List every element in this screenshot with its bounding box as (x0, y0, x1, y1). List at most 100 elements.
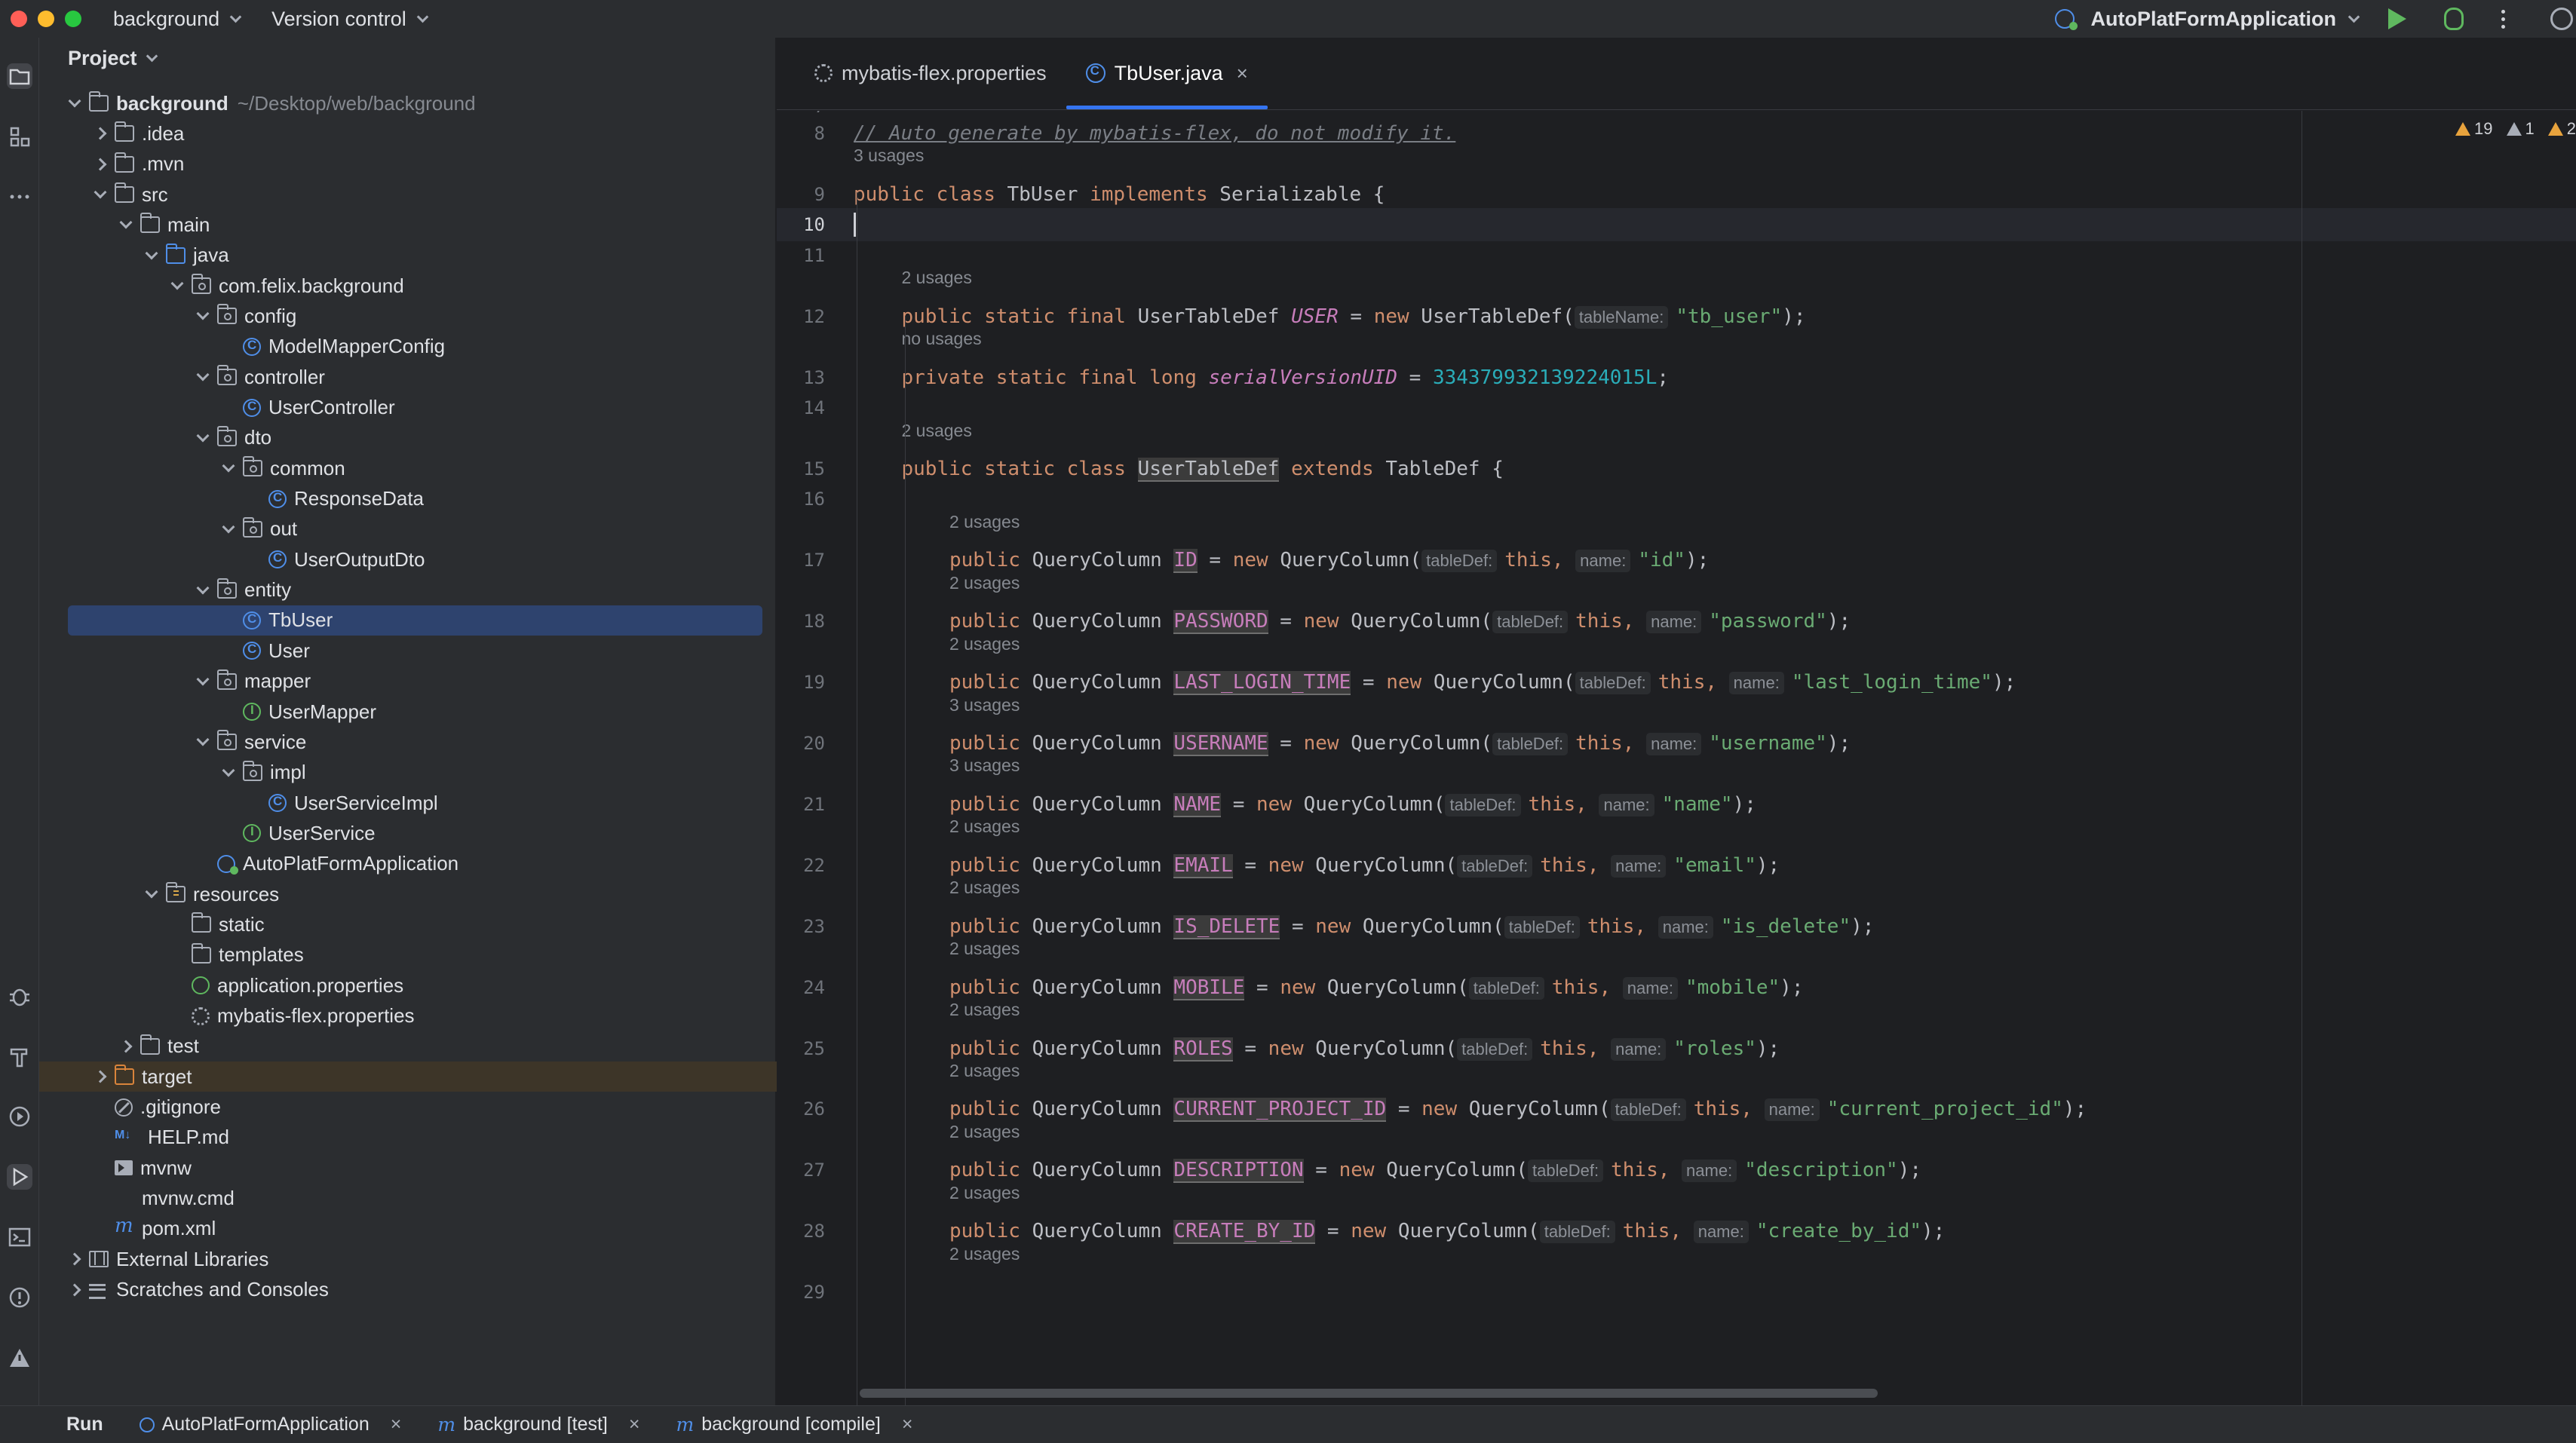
tree-node-config[interactable]: config (39, 301, 777, 331)
tree-node-modelmapperconfig[interactable]: ModelMapperConfig (39, 332, 777, 362)
tree-node-userserviceimpl[interactable]: UserServiceImpl (39, 788, 777, 818)
chevron-down-icon[interactable] (220, 764, 237, 781)
minimize-window-button[interactable] (38, 11, 54, 27)
editor-tab-tbuser-java[interactable]: TbUser.java × (1066, 37, 1268, 109)
tree-node-impl[interactable]: impl (39, 758, 777, 788)
editor-tab-mybatis-flex-properties[interactable]: mybatis-flex.properties (795, 37, 1066, 109)
usages-hint[interactable]: 2 usages (902, 268, 972, 288)
tree-node-static[interactable]: static (39, 909, 777, 939)
usages-hint[interactable]: 2 usages (949, 878, 1020, 898)
tree-node-tbuser[interactable]: TbUser (39, 605, 777, 636)
more-tools-button[interactable] (7, 184, 32, 210)
tree-node-scratches-and-consoles[interactable]: Scratches and Consoles (39, 1275, 777, 1305)
usages-hint[interactable]: 2 usages (949, 512, 1020, 532)
usages-hint[interactable]: 2 usages (949, 573, 1020, 593)
tree-node-java[interactable]: java (39, 240, 777, 271)
chevron-right-icon[interactable] (66, 1251, 83, 1267)
chevron-right-icon[interactable] (66, 1282, 83, 1298)
run-tab-background-test[interactable]: m background [test] × (437, 1414, 639, 1435)
tree-node-common[interactable]: common (39, 453, 777, 483)
build-tool-button[interactable] (7, 1043, 32, 1069)
project-selector[interactable]: background (113, 8, 242, 31)
structure-tool-button[interactable] (7, 124, 32, 149)
run-tool-button[interactable] (7, 1164, 32, 1190)
tree-node-mvnw[interactable]: mvnw (39, 1153, 777, 1183)
tree-node-usercontroller[interactable]: UserController (39, 393, 777, 423)
tree-node-resources[interactable]: resources (39, 879, 777, 909)
run-tab-background-compile[interactable]: m background [compile] × (676, 1414, 912, 1435)
tree-node-autoplatformapplication[interactable]: AutoPlatFormApplication (39, 849, 777, 879)
usages-hint[interactable]: 2 usages (949, 1122, 1020, 1142)
chevron-down-icon[interactable] (195, 673, 211, 690)
tree-node-mybatis-flex-properties[interactable]: mybatis-flex.properties (39, 1001, 777, 1031)
tree-node-src[interactable]: src (39, 179, 777, 210)
chevron-down-icon[interactable] (220, 521, 237, 538)
chevron-down-icon[interactable] (195, 369, 211, 385)
chevron-down-icon[interactable] (169, 277, 186, 294)
tree-node-gitignore[interactable]: .gitignore (39, 1092, 777, 1123)
chevron-right-icon[interactable] (92, 156, 109, 173)
chevron-down-icon[interactable] (220, 460, 237, 476)
tree-node-controller[interactable]: controller (39, 362, 777, 392)
project-tool-button[interactable] (7, 63, 32, 89)
tree-node-usermapper[interactable]: UserMapper (39, 697, 777, 727)
debug-button[interactable] (2444, 8, 2464, 30)
chevron-down-icon[interactable] (195, 734, 211, 750)
tree-node-dto[interactable]: dto (39, 423, 777, 453)
tree-node-useroutputdto[interactable]: UserOutputDto (39, 544, 777, 574)
tree-node-entity[interactable]: entity (39, 575, 777, 605)
debug-tool-button[interactable] (7, 983, 32, 1009)
run-button[interactable] (2388, 8, 2406, 29)
tree-node-target[interactable]: target (39, 1062, 777, 1092)
tree-node-background[interactable]: background ~/Desktop/web/background (39, 88, 777, 118)
horizontal-scrollbar[interactable] (860, 1389, 1878, 1398)
usages-hint[interactable]: 2 usages (949, 1183, 1020, 1203)
tree-node-test[interactable]: test (39, 1031, 777, 1062)
tree-node-external-libraries[interactable]: External Libraries (39, 1244, 777, 1274)
usages-hint[interactable]: 2 usages (949, 1061, 1020, 1081)
chevron-down-icon[interactable] (195, 308, 211, 324)
chevron-down-icon[interactable] (195, 582, 211, 599)
usages-hint[interactable]: 2 usages (949, 939, 1020, 959)
usages-hint[interactable]: 2 usages (902, 421, 972, 441)
chevron-right-icon[interactable] (92, 125, 109, 142)
tree-node-responsedata[interactable]: ResponseData (39, 484, 777, 514)
usages-hint[interactable]: 2 usages (949, 634, 1020, 654)
usages-hint[interactable]: 2 usages (949, 1000, 1020, 1020)
chevron-down-icon[interactable] (195, 430, 211, 446)
tree-node-help-md[interactable]: HELP.md (39, 1123, 777, 1153)
chevron-down-icon[interactable] (143, 886, 160, 902)
tree-node-mvnw-cmd[interactable]: mvnw.cmd (39, 1184, 777, 1214)
terminal-tool-button[interactable] (7, 1224, 32, 1250)
chevron-down-icon[interactable] (118, 216, 134, 233)
usages-hint[interactable]: 2 usages (949, 1244, 1020, 1264)
close-tab-icon[interactable]: × (902, 1414, 913, 1435)
version-control-menu[interactable]: Version control (271, 8, 428, 31)
usages-hint[interactable]: 3 usages (854, 146, 924, 166)
tree-node-out[interactable]: out (39, 514, 777, 544)
chevron-right-icon[interactable] (92, 1068, 109, 1085)
close-tab-icon[interactable]: × (629, 1414, 640, 1435)
run-configuration-selector[interactable]: AutoPlatFormApplication (2054, 8, 2360, 31)
tree-node-mvn[interactable]: .mvn (39, 149, 777, 179)
chevron-down-icon[interactable] (143, 247, 160, 264)
services-tool-button[interactable] (7, 1104, 32, 1129)
account-icon[interactable] (2550, 8, 2573, 30)
usages-hint[interactable]: 2 usages (949, 816, 1020, 837)
tree-node-templates[interactable]: templates (39, 940, 777, 970)
project-panel-header[interactable]: Project (39, 38, 775, 78)
zoom-window-button[interactable] (65, 11, 81, 27)
tree-node-mapper[interactable]: mapper (39, 666, 777, 697)
usages-hint[interactable]: 3 usages (949, 695, 1020, 715)
tree-node-userservice[interactable]: UserService (39, 818, 777, 848)
usages-hint[interactable]: 3 usages (949, 755, 1020, 776)
notifications-tool-button[interactable] (7, 1345, 32, 1371)
close-window-button[interactable] (11, 11, 27, 27)
chevron-down-icon[interactable] (92, 186, 109, 203)
tree-node-pom-xml[interactable]: pom.xml (39, 1214, 777, 1244)
close-tab-icon[interactable]: × (1237, 62, 1248, 85)
tree-node-com-felix-background[interactable]: com.felix.background (39, 271, 777, 301)
more-actions-button[interactable] (2501, 9, 2505, 29)
usages-hint[interactable]: no usages (902, 329, 982, 349)
code-editor[interactable]: 78// Auto generate by mybatis-flex, do n… (777, 111, 2576, 1423)
